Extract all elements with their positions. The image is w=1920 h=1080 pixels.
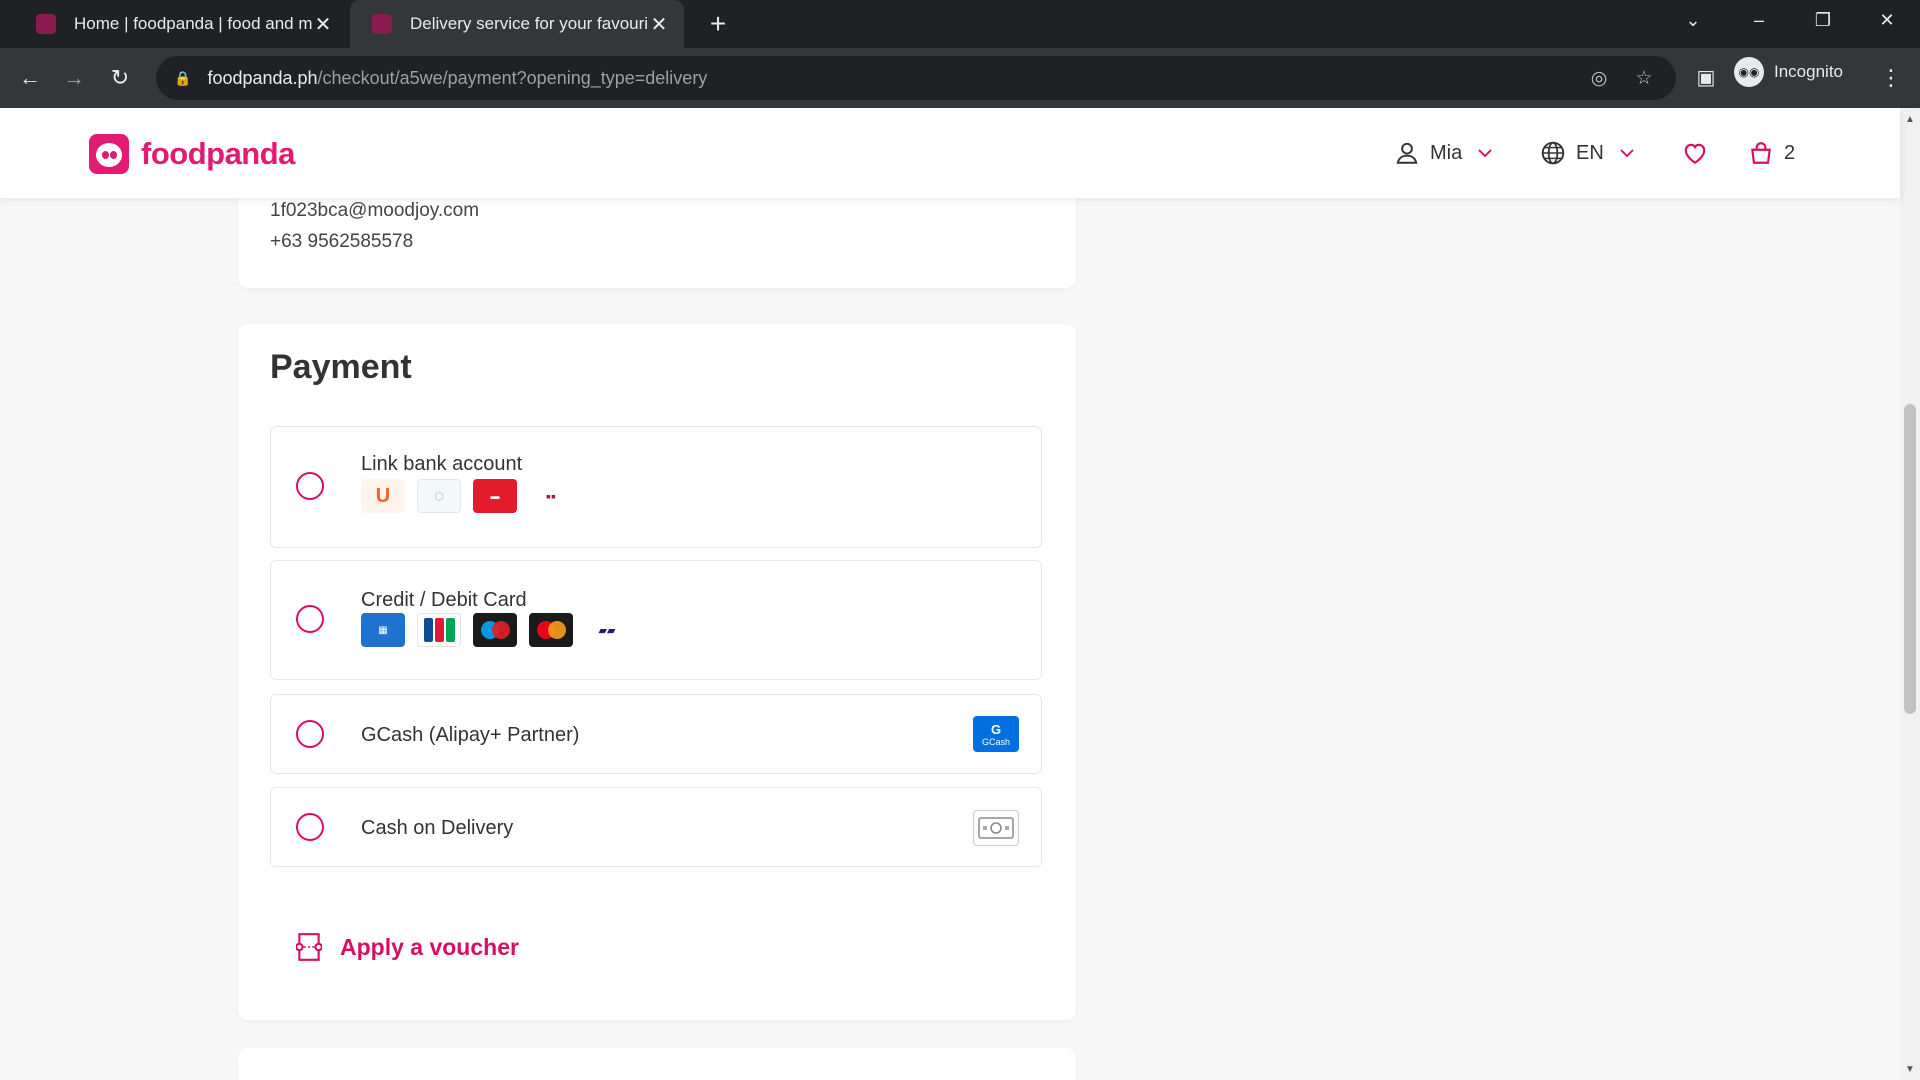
scroll-up-icon[interactable]: ▲ bbox=[1900, 110, 1920, 130]
site-header: foodpanda Mia EN 2 bbox=[0, 108, 1900, 198]
language-menu[interactable]: EN bbox=[1540, 138, 1636, 168]
tab-delivery[interactable]: Delivery service for your favourit ✕ bbox=[350, 0, 684, 48]
next-card bbox=[238, 1048, 1076, 1080]
tab-home[interactable]: Home | foodpanda | food and m ✕ bbox=[14, 0, 348, 48]
incognito-indicator[interactable]: ◉◉ Incognito bbox=[1734, 54, 1843, 90]
page-viewport: foodpanda Mia EN 2 1f023bca@moodjoy.com … bbox=[0, 108, 1920, 1080]
visa-logo-icon: ▰▰ bbox=[585, 613, 629, 647]
radio-cash[interactable] bbox=[296, 813, 324, 841]
chevron-down-icon bbox=[1620, 149, 1634, 158]
option-label: Link bank account bbox=[361, 453, 523, 475]
forward-icon[interactable]: → bbox=[56, 60, 92, 96]
restore-icon[interactable]: ❐ bbox=[1800, 0, 1846, 40]
browser-menu-icon[interactable]: ⋮ bbox=[1876, 60, 1906, 96]
favourites-button[interactable] bbox=[1682, 138, 1718, 168]
scroll-down-icon[interactable]: ▼ bbox=[1900, 1060, 1920, 1080]
address-bar[interactable]: 🔒 foodpanda.ph/checkout/a5we/payment?ope… bbox=[156, 56, 1676, 100]
bookmark-star-icon[interactable]: ☆ bbox=[1631, 66, 1657, 92]
url-text: foodpanda.ph/checkout/a5we/payment?openi… bbox=[207, 67, 708, 88]
apply-voucher-link[interactable]: Apply a voucher bbox=[296, 932, 519, 962]
incognito-icon: ◉◉ bbox=[1734, 57, 1764, 87]
payment-option-card[interactable]: Credit / Debit Card ▦ ▰▰ bbox=[270, 560, 1042, 680]
amex-logo-icon: ▦ bbox=[361, 613, 405, 647]
language-code: EN bbox=[1576, 141, 1604, 164]
side-panel-icon[interactable]: ▣ bbox=[1688, 60, 1724, 96]
shopping-bag-icon bbox=[1751, 142, 1771, 164]
payment-option-bank[interactable]: Link bank account U ⬡ ▬ ▪▪ bbox=[270, 426, 1042, 548]
reload-icon[interactable]: ↻ bbox=[102, 60, 138, 96]
lock-icon: 🔒 bbox=[174, 69, 192, 86]
jcb-logo-icon bbox=[417, 613, 461, 647]
window-close-icon[interactable]: ✕ bbox=[1864, 0, 1910, 40]
contact-phone: +63 9562585578 bbox=[270, 231, 414, 252]
radio-gcash[interactable] bbox=[296, 720, 324, 748]
tab-title: Delivery service for your favourit bbox=[410, 14, 648, 33]
back-icon[interactable]: ← bbox=[12, 60, 48, 96]
page-scrollbar[interactable]: ▲ ▼ bbox=[1900, 108, 1920, 1080]
heart-icon bbox=[1684, 143, 1706, 165]
radio-card[interactable] bbox=[296, 605, 324, 633]
voucher-icon bbox=[296, 933, 322, 961]
globe-icon bbox=[1541, 141, 1565, 165]
option-label: Credit / Debit Card bbox=[361, 589, 527, 611]
tab-title: Home | foodpanda | food and m bbox=[74, 14, 312, 33]
chevron-down-icon bbox=[1478, 149, 1492, 158]
foodpanda-logo[interactable]: foodpanda bbox=[89, 134, 295, 174]
minimize-icon[interactable]: – bbox=[1736, 0, 1782, 40]
payment-option-gcash[interactable]: GCash (Alipay+ Partner) G GCash bbox=[270, 694, 1042, 774]
bank-logos: U ⬡ ▬ ▪▪ bbox=[361, 479, 585, 513]
option-label: Cash on Delivery bbox=[361, 817, 514, 839]
user-icon bbox=[1396, 142, 1418, 164]
unionbank-logo-icon: U bbox=[361, 479, 405, 513]
maestro-logo-icon bbox=[473, 613, 517, 647]
rcbc-logo-icon: ⬡ bbox=[417, 479, 461, 513]
tab-search-icon[interactable]: ⌄ bbox=[1670, 0, 1716, 40]
logo-text: foodpanda bbox=[141, 136, 295, 171]
payment-option-cash[interactable]: Cash on Delivery bbox=[270, 787, 1042, 867]
gcash-icon: G GCash bbox=[973, 716, 1019, 752]
mastercard-logo-icon bbox=[529, 613, 573, 647]
tracking-blocked-icon[interactable]: ◎ bbox=[1586, 66, 1612, 92]
foodpanda-favicon-icon bbox=[36, 14, 56, 34]
chinabank-logo-icon: ▬ bbox=[473, 479, 517, 513]
cart-count: 2 bbox=[1784, 141, 1796, 164]
incognito-label: Incognito bbox=[1774, 62, 1843, 81]
foodpanda-favicon-icon bbox=[372, 14, 392, 34]
close-icon[interactable]: ✕ bbox=[312, 12, 334, 37]
contact-email: 1f023bca@moodjoy.com bbox=[270, 200, 480, 221]
payment-title: Payment bbox=[270, 348, 412, 386]
bpi-logo-icon: ▪▪ bbox=[529, 479, 573, 513]
user-menu[interactable]: Mia bbox=[1394, 138, 1494, 168]
user-name: Mia bbox=[1430, 141, 1463, 164]
browser-tab-bar: Home | foodpanda | food and m ✕ Delivery… bbox=[0, 0, 1920, 48]
close-icon[interactable]: ✕ bbox=[648, 12, 670, 37]
panda-logo-icon bbox=[89, 134, 129, 174]
cash-icon bbox=[973, 810, 1019, 846]
card-logos: ▦ ▰▰ bbox=[361, 613, 641, 647]
option-label: GCash (Alipay+ Partner) bbox=[361, 724, 580, 746]
cart-button[interactable]: 2 bbox=[1748, 138, 1795, 168]
voucher-label: Apply a voucher bbox=[340, 933, 519, 960]
browser-toolbar: ← → ↻ 🔒 foodpanda.ph/checkout/a5we/payme… bbox=[0, 48, 1920, 108]
scrollbar-thumb[interactable] bbox=[1904, 404, 1916, 714]
radio-bank[interactable] bbox=[296, 472, 324, 500]
new-tab-icon[interactable]: + bbox=[702, 8, 734, 40]
